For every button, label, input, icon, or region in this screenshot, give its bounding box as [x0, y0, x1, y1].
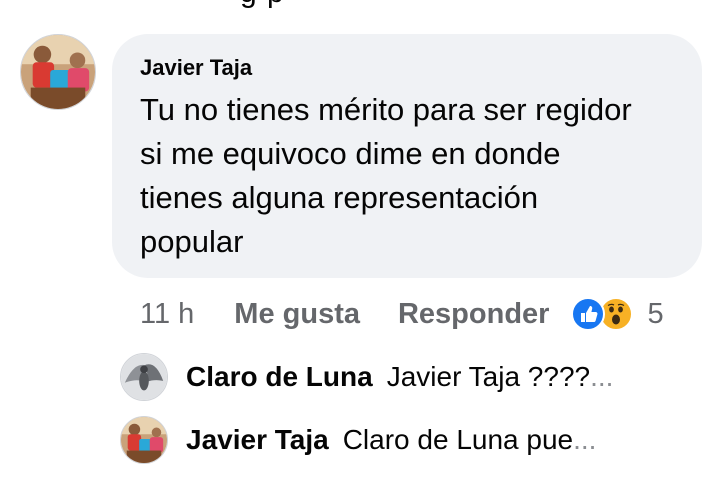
comment-line: si me equivoco dime en donde	[140, 136, 561, 171]
like-icon	[571, 297, 606, 331]
reaction-count: 5	[647, 297, 664, 330]
comment-bubble: Javier Taja Tu no tienes mérito para ser…	[112, 34, 702, 278]
previous-comment-fragment: g p	[240, 0, 285, 10]
comment-line: popular	[140, 224, 244, 259]
reply-text-ellipsis: ...	[573, 424, 597, 455]
comment-text: Tu no tienes mérito para ser regidor si …	[140, 88, 678, 264]
like-button[interactable]: Me gusta	[234, 298, 360, 331]
reply-button[interactable]: Responder	[398, 298, 549, 331]
avatar	[120, 416, 168, 464]
reply-preview[interactable]: Javier Taja Claro de Luna pue...	[120, 415, 596, 465]
comment-actions: 11 h Me gusta Responder 5	[140, 292, 664, 336]
comment-thread: g p Javier Taja Tu no tienes mérito para…	[0, 0, 720, 477]
reply-text: Claro de Luna pue...	[343, 424, 597, 456]
avatar	[120, 353, 168, 401]
comment-line: Tu no tienes mérito para ser regidor	[140, 92, 632, 127]
avatar[interactable]	[20, 34, 96, 110]
comment-line: tienes alguna representación	[140, 180, 539, 215]
reactions-summary[interactable]: 5	[571, 297, 664, 331]
reply-author[interactable]: Javier Taja	[186, 424, 329, 456]
reply-text: Javier Taja ????...	[387, 361, 614, 393]
comment-author[interactable]: Javier Taja	[140, 54, 678, 82]
reply-text-preview: Claro de Luna pue	[342, 424, 574, 455]
reply-text-preview: Javier Taja ????	[386, 361, 591, 392]
avatar-photo	[121, 417, 167, 463]
avatar-photo	[121, 354, 167, 400]
reply-text-ellipsis: ...	[590, 361, 614, 392]
comment-timestamp[interactable]: 11 h	[140, 298, 194, 331]
avatar-photo	[21, 35, 95, 109]
reply-preview[interactable]: Claro de Luna Javier Taja ????...	[120, 352, 613, 402]
reply-author[interactable]: Claro de Luna	[186, 361, 373, 393]
